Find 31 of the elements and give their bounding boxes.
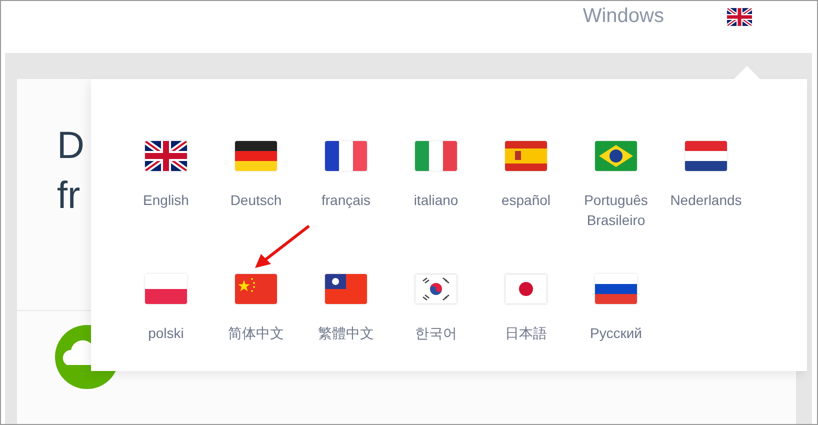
flag-icon [595, 274, 637, 304]
flag-icon [505, 274, 547, 304]
language-link[interactable]: English [124, 190, 208, 210]
language-link[interactable]: 한국어 [394, 323, 478, 343]
flag-icon [595, 141, 637, 171]
flag-icon [685, 141, 727, 171]
language-flag-icon[interactable] [727, 8, 752, 26]
language-link[interactable]: Nederlands [664, 190, 748, 210]
language-link[interactable]: français [304, 190, 388, 210]
flag-icon [505, 141, 547, 171]
language-link[interactable]: 简体中文 [214, 323, 298, 343]
language-link[interactable]: Deutsch [214, 190, 298, 210]
menu-pointer [734, 66, 760, 79]
language-link[interactable]: polski [124, 323, 208, 343]
language-link[interactable]: Русский [574, 323, 658, 343]
flag-icon [235, 274, 277, 304]
language-link[interactable]: 日本語 [484, 323, 568, 343]
flag-icon [235, 141, 277, 171]
language-link[interactable]: italiano [394, 190, 478, 210]
flag-icon [325, 141, 367, 171]
flag-icon [145, 141, 187, 171]
heading-text: fr [57, 174, 80, 219]
flag-icon [145, 274, 187, 304]
platform-link[interactable]: Windows [582, 5, 664, 28]
language-link[interactable]: 繁體中文 [304, 323, 388, 343]
language-link[interactable]: español [484, 190, 568, 210]
flag-icon [325, 274, 367, 304]
flag-icon [415, 141, 457, 171]
heading-text: D [57, 124, 84, 169]
language-link[interactable]: Português Brasileiro [574, 190, 658, 230]
flag-icon [415, 274, 457, 304]
